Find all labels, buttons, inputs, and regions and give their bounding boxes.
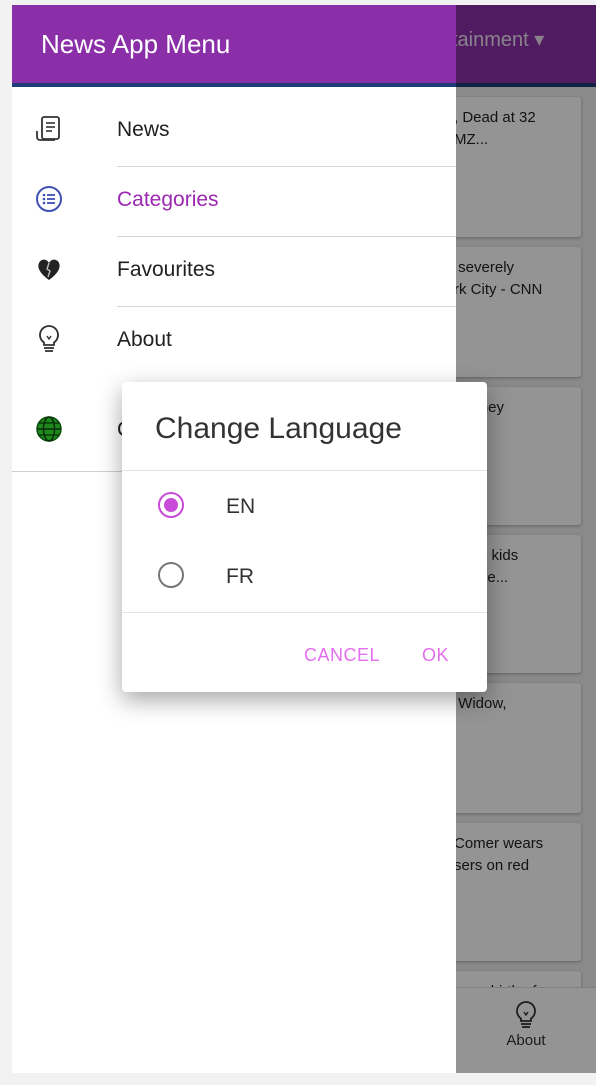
language-option-label: EN [226,495,256,518]
drawer-header: News App Menu [12,5,456,83]
ok-button[interactable]: OK [422,645,449,666]
radio-selected[interactable] [158,492,184,518]
drawer-item-label: News [117,118,170,141]
list-circle-icon [36,186,62,212]
dialog-title: Change Language [155,412,402,445]
globe-icon [36,416,62,442]
app-screen: tainment ▾ , Dead at 32 MZ... severely r… [12,5,596,1073]
heart-icon [38,259,60,280]
drawer-item-about[interactable]: About [12,307,456,377]
drawer-title: News App Menu [41,29,231,59]
drawer-item-label: Favourites [117,258,216,281]
drawer-item-categories[interactable]: Categories [12,167,456,237]
cancel-button[interactable]: CANCEL [304,645,380,666]
drawer-header-accent-line [12,83,456,87]
newspaper-icon [36,116,60,141]
drawer-item-label: Categories [117,188,219,211]
change-language-dialog: Change Language EN FR CANCEL OK [122,382,487,692]
radio-unselected[interactable] [158,562,184,588]
language-option-label: FR [226,565,254,588]
divider [122,612,487,613]
drawer-item-label: About [117,328,172,351]
divider [122,470,487,471]
language-option-fr[interactable]: FR [122,546,487,608]
lightbulb-icon [39,325,59,352]
drawer-item-news[interactable]: News [12,97,456,167]
language-option-en[interactable]: EN [122,476,487,538]
drawer-item-favourites[interactable]: Favourites [12,237,456,307]
